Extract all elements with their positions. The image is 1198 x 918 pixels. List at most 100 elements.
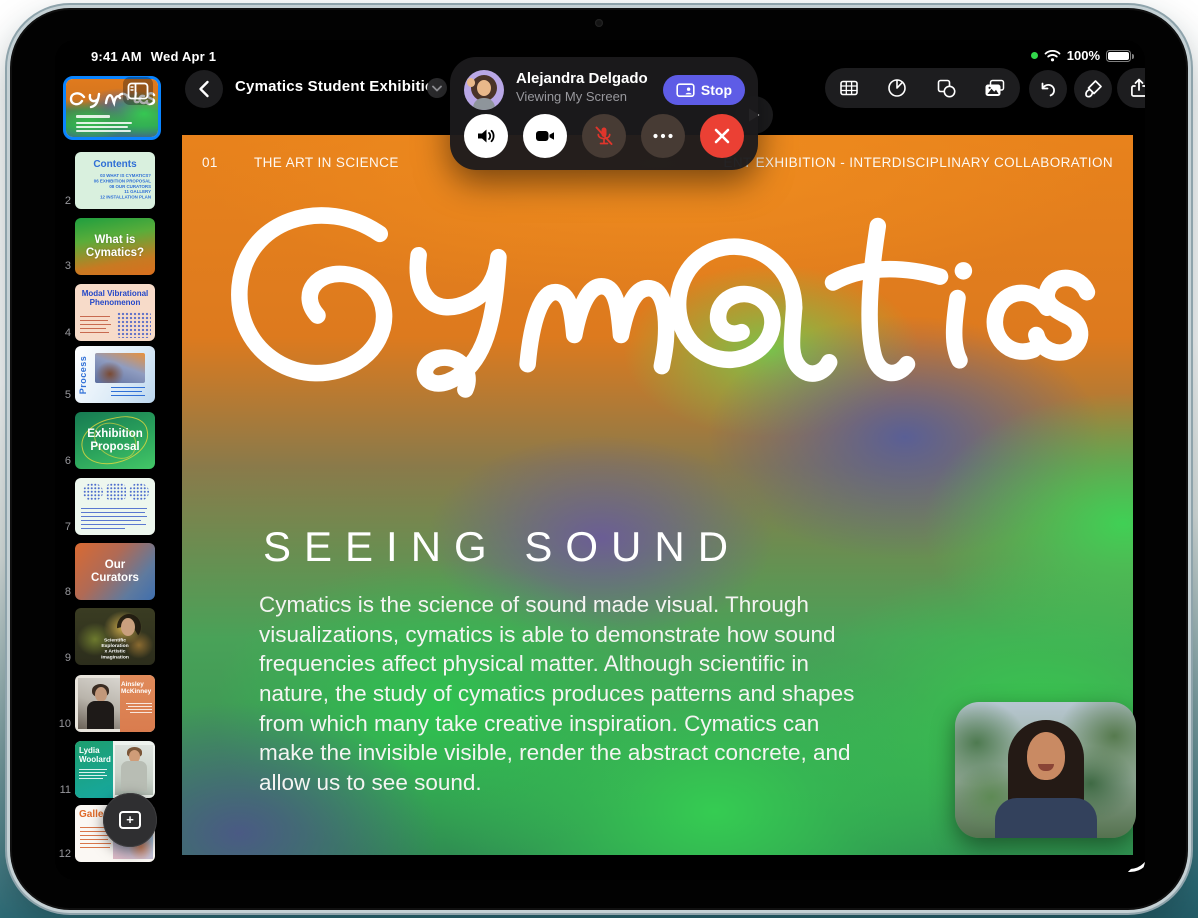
pip-person-face <box>1027 732 1065 780</box>
slide-number: 12 <box>58 848 71 860</box>
table-icon <box>840 80 858 96</box>
thumb10-figure-face <box>95 687 107 702</box>
insert-media-button[interactable] <box>983 77 1007 99</box>
thumb9-title: Scientific Exploration x Artistic Imagin… <box>101 637 129 660</box>
view-options-button[interactable] <box>123 77 153 105</box>
thumb5-photo <box>95 353 145 383</box>
corner-arc-mark <box>1128 848 1145 872</box>
avatar-face <box>477 80 491 96</box>
share-icon <box>1130 78 1145 97</box>
slide-number: 6 <box>64 455 71 467</box>
slide-number: 7 <box>64 521 71 533</box>
pip-person-body <box>995 798 1097 838</box>
thumb4-cymatic-pattern <box>117 312 151 338</box>
thumb7-pattern <box>83 483 103 501</box>
insert-chart-button[interactable] <box>886 77 908 99</box>
battery-percentage: 100% <box>1066 48 1100 63</box>
speaker-icon <box>478 129 495 143</box>
thumb3-title: What is Cymatics? <box>85 233 145 259</box>
thumb7-pattern <box>129 483 149 501</box>
thumb9-figure-face <box>121 618 135 636</box>
battery-icon <box>1106 49 1134 62</box>
slide-number: 3 <box>64 260 71 272</box>
slide-thumbnail-5[interactable]: Process <box>75 346 155 403</box>
facetime-shareplay-banner: Alejandra Delgado Viewing My Screen Stop <box>450 57 758 170</box>
thumb4-title: Modal Vibrational Phenomenon <box>81 289 149 307</box>
shapes-icon <box>937 79 956 98</box>
slide-thumbnail-3[interactable]: What is Cymatics? <box>75 218 155 275</box>
photos-icon <box>985 79 1005 96</box>
video-button[interactable] <box>523 114 567 158</box>
insert-toolbar-group <box>825 68 1020 108</box>
thumb10-figure-body <box>87 701 114 729</box>
close-x-icon <box>714 128 730 144</box>
add-slide-button[interactable]: + <box>103 793 157 847</box>
ipad-device: 9:41 AM Wed Apr 1 100% Cymatics Student E… <box>10 8 1188 910</box>
thumb10-title: Ainsley McKinney <box>121 680 152 695</box>
front-camera <box>595 19 603 27</box>
slide-thumbnail-6[interactable]: Exhibition Proposal <box>75 412 155 469</box>
slide-kicker-left: THE ART IN SCIENCE <box>254 155 399 170</box>
thumb2-title: Contents <box>93 159 137 170</box>
slide-navigator: 1 2 Contents 03 WHAT IS CYMATICS? 06 EXH… <box>55 40 180 880</box>
stop-sharing-button[interactable]: Stop <box>662 75 745 105</box>
slide-thumbnail-10[interactable]: Ainsley McKinney <box>75 675 155 732</box>
participant-name: Alejandra Delgado <box>516 70 648 87</box>
paintbrush-icon <box>1085 80 1102 98</box>
screen-sharing-indicator-dot <box>1030 52 1038 59</box>
slide-thumbnail-7[interactable] <box>75 478 155 535</box>
undo-button[interactable] <box>1029 70 1067 108</box>
end-call-button[interactable] <box>700 114 744 158</box>
slide-number: 9 <box>64 652 71 664</box>
plus-icon: + <box>119 811 141 829</box>
share-button[interactable] <box>1129 77 1145 99</box>
chevron-left-icon <box>199 80 209 98</box>
slide-body-text: Cymatics is the science of sound made vi… <box>259 592 855 796</box>
pie-chart-icon <box>888 79 907 97</box>
more-call-options-button[interactable] <box>641 114 685 158</box>
sidebar-toggle-icon <box>127 82 149 100</box>
ellipsis-icon <box>653 133 673 139</box>
slide-number: 8 <box>64 586 71 598</box>
thumb5-title: Process <box>78 355 88 394</box>
thumb7-pattern <box>106 483 126 501</box>
insert-table-button[interactable] <box>838 77 860 99</box>
mute-button-muted[interactable] <box>582 114 626 158</box>
thumb6-title: Exhibition Proposal <box>87 427 143 453</box>
thumb2-contents-list: 03 WHAT IS CYMATICS? 06 EXHIBITION PROPO… <box>93 173 151 200</box>
slide-number: 11 <box>59 784 71 796</box>
speaker-button[interactable] <box>464 114 508 158</box>
slide-number: 4 <box>64 327 71 339</box>
cymatics-script-svg <box>231 207 1096 398</box>
chevron-down-icon <box>432 85 442 91</box>
slide-thumbnail-11[interactable]: Lydia Woolard <box>75 741 155 798</box>
slide-kicker-right: ENT EXHIBITION - INTERDISCIPLINARY COLLA… <box>723 155 1113 170</box>
video-camera-icon <box>536 131 554 141</box>
slide-thumbnail-4[interactable]: Modal Vibrational Phenomenon <box>75 284 155 341</box>
facetime-pip-video[interactable] <box>955 702 1136 838</box>
slide-number: 2 <box>64 195 71 207</box>
slide-thumbnail-2[interactable]: Contents 03 WHAT IS CYMATICS? 06 EXHIBIT… <box>75 152 155 209</box>
insert-shape-button[interactable] <box>935 77 957 99</box>
screen: 9:41 AM Wed Apr 1 100% Cymatics Student E… <box>55 40 1145 880</box>
slide-title-lettering: CYMATICS <box>210 193 1102 407</box>
participant-avatar <box>464 70 504 110</box>
format-button[interactable] <box>1074 70 1112 108</box>
document-title[interactable]: Cymatics Student Exhibition <box>235 78 444 95</box>
screen-share-icon <box>676 82 695 97</box>
share-toolbar-group <box>1117 68 1145 108</box>
slide-number: 5 <box>64 389 71 401</box>
thumb11-figure-body <box>121 761 147 791</box>
screen-share-status: Viewing My Screen <box>516 89 628 104</box>
slide-kicker-number: 01 <box>202 155 218 170</box>
mic-slash-icon <box>595 126 613 145</box>
avatar-body <box>473 98 495 110</box>
slide-thumbnail-9[interactable]: Scientific Exploration x Artistic Imagin… <box>75 608 155 665</box>
call-controls <box>464 114 744 158</box>
thumb8-title: Our Curators <box>91 558 139 584</box>
slide-number: 10 <box>58 718 71 730</box>
undo-icon <box>1041 82 1055 97</box>
slide-thumbnail-8[interactable]: Our Curators <box>75 543 155 600</box>
back-button[interactable] <box>185 70 223 108</box>
title-menu-button[interactable] <box>427 78 447 98</box>
